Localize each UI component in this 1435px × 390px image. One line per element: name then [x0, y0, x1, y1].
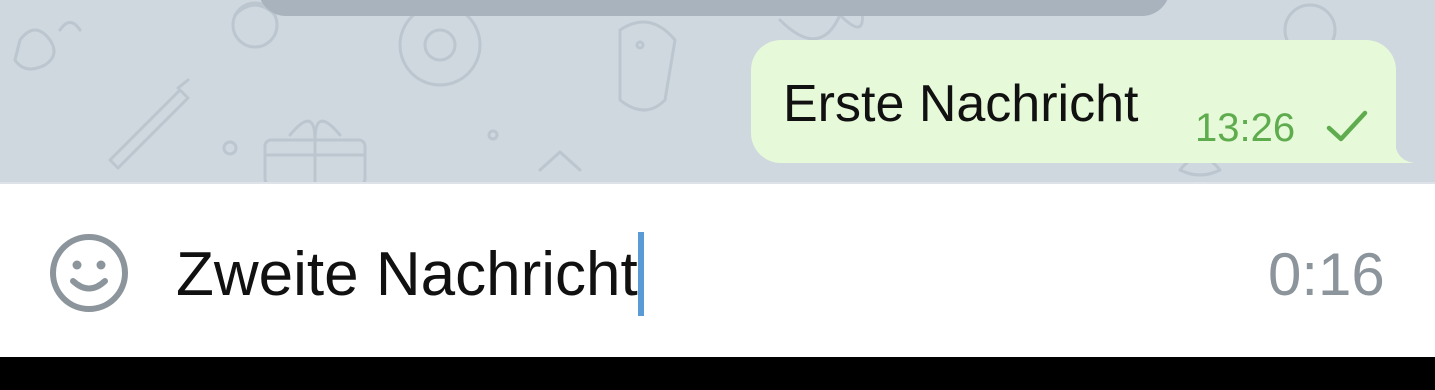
message-text: Erste Nachricht [783, 75, 1139, 133]
date-pill [258, 0, 1170, 16]
message-input[interactable]: Zweite Nachricht [176, 232, 644, 316]
message-input-bar: Zweite Nachricht 0:16 [0, 184, 1435, 357]
system-navigation-bar [0, 357, 1435, 390]
check-icon [1326, 110, 1368, 142]
chat-message-area[interactable]: Erste Nachricht 13:26 [0, 0, 1435, 183]
chat-screen: Erste Nachricht 13:26 Zweite Nachricht 0… [0, 0, 1435, 390]
message-input-text: Zweite Nachricht [176, 239, 638, 309]
emoji-icon[interactable] [46, 230, 132, 316]
recording-timer: 0:16 [1268, 241, 1385, 308]
bubble-tail-icon [1395, 143, 1415, 163]
text-caret [637, 232, 644, 316]
message-time: 13:26 [1195, 106, 1296, 150]
